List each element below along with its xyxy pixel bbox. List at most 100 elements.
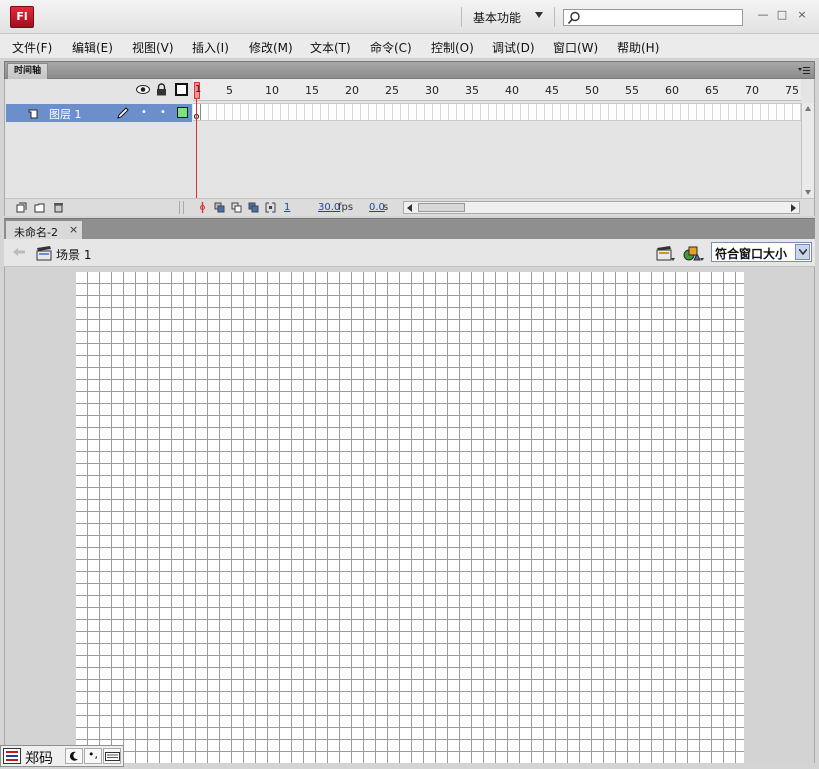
divider bbox=[183, 201, 184, 214]
frame-ruler[interactable]: 5 10 15 20 25 30 35 40 45 50 55 60 65 70… bbox=[193, 79, 801, 101]
tab-timeline[interactable]: 时间轴 bbox=[7, 63, 49, 79]
lock-icon[interactable] bbox=[156, 83, 167, 96]
timeline-horizontal-scrollbar[interactable] bbox=[403, 201, 800, 214]
ruler-label: 20 bbox=[345, 84, 359, 97]
outline-color-swatch[interactable] bbox=[177, 107, 188, 118]
pasteboard bbox=[4, 267, 815, 763]
ruler-label: 70 bbox=[745, 84, 759, 97]
edit-bar: 场景 1 符合窗口大小 bbox=[4, 239, 815, 267]
scroll-down-icon[interactable] bbox=[805, 190, 811, 195]
zoom-value: 符合窗口大小 bbox=[715, 247, 788, 261]
ruler-label: 10 bbox=[265, 84, 279, 97]
soft-keyboard-icon[interactable] bbox=[103, 748, 121, 764]
scroll-up-icon[interactable] bbox=[805, 106, 811, 111]
frame-rate-unit: fps bbox=[338, 202, 354, 213]
minimize-button[interactable]: — bbox=[756, 8, 770, 22]
dropdown-arrow-icon bbox=[799, 249, 807, 255]
frame-track[interactable] bbox=[193, 103, 801, 121]
scroll-thumb[interactable] bbox=[418, 203, 465, 212]
zoom-select[interactable]: 符合窗口大小 bbox=[711, 242, 812, 262]
title-bar: Fl 基本功能 — □ × bbox=[0, 0, 819, 34]
edit-symbols-icon[interactable] bbox=[683, 244, 705, 262]
menu-bar: 文件(F) 编辑(E) 视图(V) 插入(I) 修改(M) 文本(T) 命令(C… bbox=[0, 34, 819, 59]
workspace-switcher[interactable]: 基本功能 bbox=[473, 9, 521, 26]
frame-rate-value[interactable]: 30.0 bbox=[318, 202, 340, 213]
new-layer-icon[interactable] bbox=[16, 202, 27, 213]
menu-view[interactable]: 视图(V) bbox=[132, 39, 174, 56]
eye-icon[interactable] bbox=[136, 84, 150, 95]
panel-options-icon[interactable] bbox=[798, 66, 810, 75]
menu-control[interactable]: 控制(O) bbox=[431, 39, 474, 56]
punctuation-mode-icon[interactable]: •, bbox=[84, 748, 102, 764]
edit-scene-icon[interactable] bbox=[656, 245, 676, 262]
menu-insert[interactable]: 插入(I) bbox=[192, 39, 229, 56]
timeline-panel: 5 10 15 20 25 30 35 40 45 50 55 60 65 70… bbox=[4, 79, 815, 216]
menu-help[interactable]: 帮助(H) bbox=[617, 39, 659, 56]
half-full-width-icon[interactable] bbox=[65, 748, 83, 764]
layer-name[interactable]: 图层 1 bbox=[49, 106, 82, 122]
playhead-frame-label: 1 bbox=[195, 84, 202, 95]
flash-app-logo: Fl bbox=[10, 6, 34, 28]
playhead[interactable]: 1 bbox=[194, 82, 202, 99]
ime-name[interactable]: 郑码 bbox=[25, 748, 53, 768]
menu-edit[interactable]: 编辑(E) bbox=[72, 39, 113, 56]
back-arrow-icon[interactable] bbox=[12, 247, 26, 257]
help-search-input[interactable] bbox=[563, 9, 743, 26]
scroll-left-icon[interactable] bbox=[407, 204, 412, 212]
onion-skin-icon[interactable] bbox=[214, 202, 225, 213]
menu-window[interactable]: 窗口(W) bbox=[553, 39, 598, 56]
visibility-dot[interactable]: • bbox=[141, 107, 147, 118]
scene-clapper-icon bbox=[36, 246, 52, 261]
ruler-label: 50 bbox=[585, 84, 599, 97]
workspace-dropdown-icon[interactable] bbox=[535, 12, 543, 18]
lock-dot[interactable]: • bbox=[160, 107, 166, 118]
menu-modify[interactable]: 修改(M) bbox=[249, 39, 293, 56]
layer-row[interactable]: 图层 1 • • bbox=[6, 104, 192, 122]
breadcrumb-scene[interactable]: 场景 1 bbox=[56, 246, 91, 263]
ruler-label: 15 bbox=[305, 84, 319, 97]
ruler-label: 65 bbox=[705, 84, 719, 97]
punctuation-glyph: •, bbox=[88, 748, 98, 761]
modify-onion-markers-icon[interactable] bbox=[265, 202, 276, 213]
ruler-label: 40 bbox=[505, 84, 519, 97]
edit-multiple-frames-icon[interactable] bbox=[248, 202, 259, 213]
timeline-footer: 1 30.0 fps 0.0 s bbox=[5, 198, 814, 216]
ruler-label: 55 bbox=[625, 84, 639, 97]
chevron-down-icon[interactable] bbox=[795, 244, 810, 260]
ruler-label: 45 bbox=[545, 84, 559, 97]
ruler-label: 30 bbox=[425, 84, 439, 97]
moon-icon bbox=[69, 751, 78, 761]
search-icon bbox=[567, 11, 580, 25]
menu-commands[interactable]: 命令(C) bbox=[370, 39, 412, 56]
playhead-line bbox=[196, 99, 197, 199]
ruler-label: 75 bbox=[785, 84, 799, 97]
timeline-vertical-scrollbar[interactable] bbox=[801, 103, 814, 198]
title-separator bbox=[461, 7, 462, 27]
close-tab-icon[interactable]: × bbox=[69, 223, 78, 236]
elapsed-time-unit: s bbox=[383, 202, 389, 213]
maximize-button[interactable]: □ bbox=[775, 8, 789, 22]
new-folder-icon[interactable] bbox=[34, 202, 45, 213]
timeline-panel-header: 时间轴 bbox=[4, 61, 815, 79]
stage-canvas[interactable] bbox=[76, 272, 744, 763]
close-button[interactable]: × bbox=[795, 8, 809, 22]
ruler-label: 25 bbox=[385, 84, 399, 97]
ruler-label: 35 bbox=[465, 84, 479, 97]
center-frame-icon[interactable] bbox=[197, 202, 208, 213]
onion-skin-outlines-icon[interactable] bbox=[231, 202, 242, 213]
ime-logo-icon[interactable] bbox=[3, 748, 21, 764]
menu-debug[interactable]: 调试(D) bbox=[492, 39, 535, 56]
layer-icon bbox=[28, 109, 38, 119]
document-tab[interactable]: 未命名-2 × bbox=[5, 220, 83, 240]
scroll-right-icon[interactable] bbox=[791, 204, 796, 212]
pencil-icon bbox=[117, 107, 129, 119]
document-tab-label[interactable]: 未命名-2 bbox=[14, 224, 58, 240]
layer-header bbox=[5, 79, 192, 101]
delete-layer-icon[interactable] bbox=[53, 202, 64, 213]
menu-file[interactable]: 文件(F) bbox=[12, 39, 52, 56]
title-separator bbox=[554, 7, 555, 27]
menu-text[interactable]: 文本(T) bbox=[310, 39, 351, 56]
outline-icon[interactable] bbox=[175, 83, 188, 96]
layer-list: 图层 1 • • bbox=[5, 101, 192, 198]
current-frame-value[interactable]: 1 bbox=[284, 202, 290, 213]
